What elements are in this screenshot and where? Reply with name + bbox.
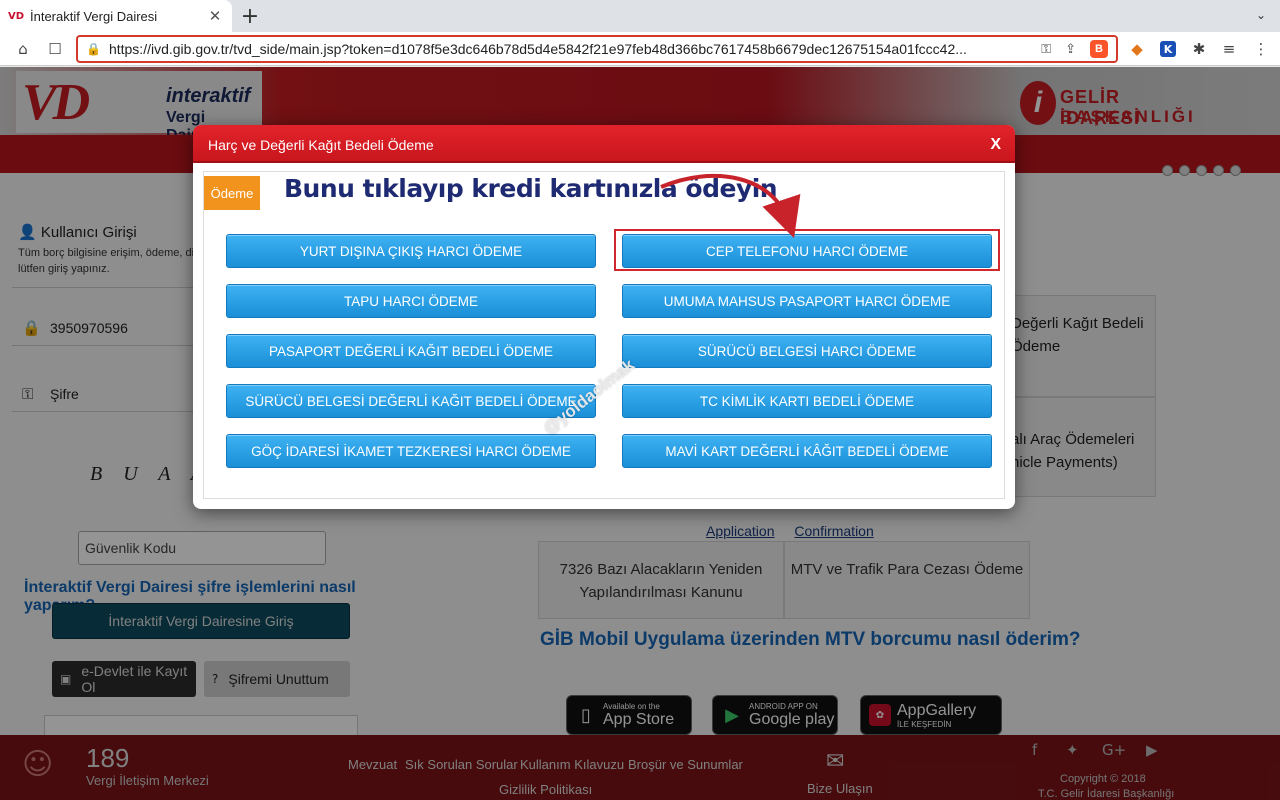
playlist-icon[interactable]: ≡ [1218,38,1240,60]
payment-modal: Harç ve Değerli Kağıt Bedeli Ödeme X Öde… [193,125,1015,509]
share-icon[interactable]: ⇪ [1065,42,1076,57]
odeme-tab[interactable]: Ödeme [204,176,260,210]
menu-icon[interactable]: ⋮ [1250,38,1272,60]
payment-button-surucu-kagit[interactable]: SÜRÜCÜ BELGESİ DEĞERLİ KAĞIT BEDELİ ÖDEM… [226,384,596,418]
key-icon[interactable]: ⚿ [1041,42,1051,57]
tab-bar: VD İnteraktif Vergi Dairesi ✕ + ⌄ [0,0,1280,32]
modal-header: Harç ve Değerli Kağıt Bedeli Ödeme X [193,125,1015,163]
brave-shield-icon[interactable]: B [1090,40,1108,58]
payment-button-tapu[interactable]: TAPU HARCI ÖDEME [226,284,596,318]
bookmark-icon[interactable]: ☐ [44,38,66,60]
browser-tab[interactable]: VD İnteraktif Vergi Dairesi ✕ [0,0,232,32]
url-text: https://ivd.gib.gov.tr/tvd_side/main.jsp… [108,41,967,57]
site-favicon-icon: VD [7,10,25,22]
payment-button-surucu-harci[interactable]: SÜRÜCÜ BELGESİ HARCI ÖDEME [622,334,992,368]
tab-close-icon[interactable]: ✕ [206,7,224,25]
payment-button-pasaport-kagit[interactable]: PASAPORT DEĞERLİ KAĞIT BEDELİ ÖDEME [226,334,596,368]
payment-button-yurt-disi[interactable]: YURT DIŞINA ÇIKIŞ HARCI ÖDEME [226,234,596,268]
modal-title: Harç ve Değerli Kağıt Bedeli Ödeme [208,137,434,153]
payment-button-tc-kimlik[interactable]: TC KİMLİK KARTI BEDELİ ÖDEME [622,384,992,418]
extension-k-icon[interactable]: K [1160,41,1176,57]
payment-button-umuma-pasaport[interactable]: UMUMA MAHSUS PASAPORT HARCI ÖDEME [622,284,992,318]
promo-annotation: Bunu tıklayıp kredi kartınızla ödeyin [284,174,778,203]
tab-title: İnteraktif Vergi Dairesi [30,8,158,24]
payment-button-mavi-kart[interactable]: MAVİ KART DEĞERLİ KÂĞIT BEDELİ ÖDEME [622,434,992,468]
puzzle-icon[interactable]: ✱ [1188,38,1210,60]
modal-body: Ödeme Bunu tıklayıp kredi kartınızla öde… [203,171,1005,499]
metamask-icon[interactable]: ◆ [1126,38,1148,60]
address-bar[interactable]: 🔒 https://ivd.gib.gov.tr/tvd_side/main.j… [76,35,1118,63]
lock-icon[interactable]: 🔒 [86,42,101,56]
browser-toolbar: ⌂ ☐ 🔒 https://ivd.gib.gov.tr/tvd_side/ma… [0,32,1280,66]
payment-button-cep-telefonu[interactable]: CEP TELEFONU HARCI ÖDEME [622,234,992,268]
new-tab-icon[interactable]: + [238,4,262,29]
tab-search-chevron-icon[interactable]: ⌄ [1256,8,1266,22]
home-icon[interactable]: ⌂ [12,38,34,60]
modal-close-button[interactable]: X [990,136,1001,154]
payment-button-goc-ikamet[interactable]: GÖÇ İDARESİ İKAMET TEZKERESİ HARCI ÖDEME [226,434,596,468]
